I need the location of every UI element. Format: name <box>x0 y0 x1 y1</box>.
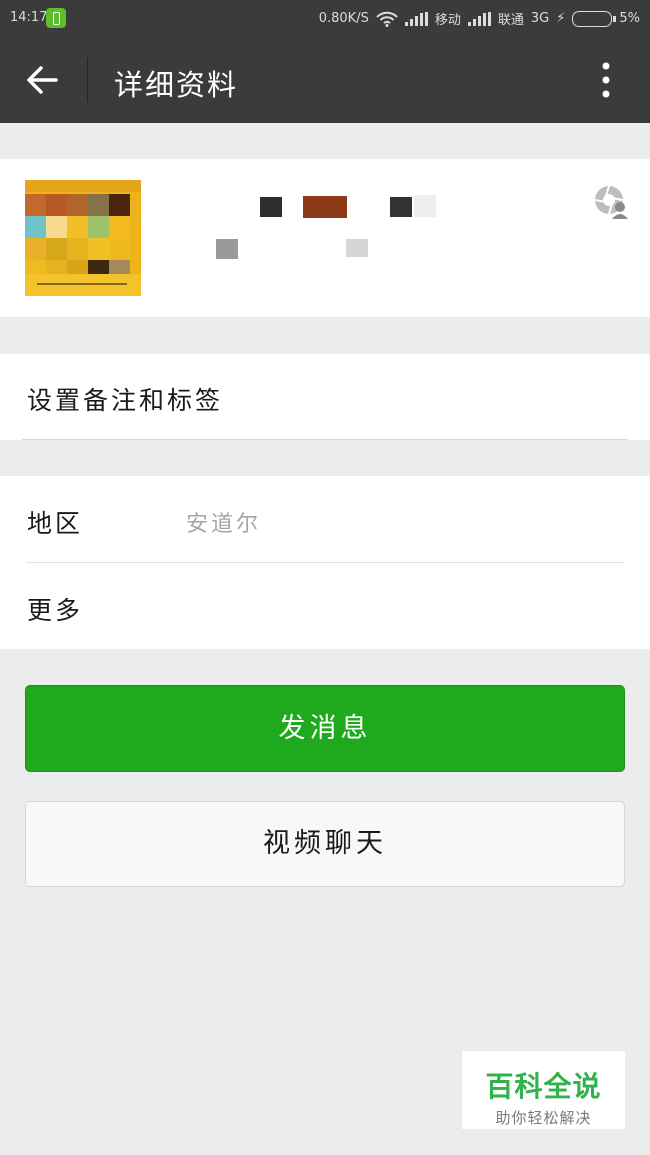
region-value: 安道尔 <box>186 512 262 537</box>
nickname-blurred-3 <box>390 197 412 217</box>
nickname-blurred <box>260 197 282 217</box>
watermark-subtitle: 助你轻松解决 <box>495 1109 592 1127</box>
net-speed: 0.80K/S <box>318 11 369 26</box>
network-type: 3G <box>530 11 550 26</box>
carrier-2: 联通 <box>497 13 524 28</box>
moments-camera-icon[interactable] <box>593 185 629 219</box>
nickname-blurred-4 <box>414 195 436 217</box>
charging-icon: ⚡ <box>556 11 566 26</box>
battery-level: 5% <box>619 11 640 26</box>
region-label: 地区 <box>27 509 84 538</box>
wifi-icon <box>376 11 398 27</box>
set-remark-tags-row[interactable]: 设置备注和标签 <box>0 354 650 440</box>
signal-strength-icon <box>404 11 428 26</box>
title-bar: 详细资料 <box>0 36 650 123</box>
nickname-blurred-2 <box>303 196 347 218</box>
region-row: 地区 安道尔 <box>0 476 650 562</box>
title-divider <box>87 58 88 102</box>
avatar[interactable] <box>25 180 141 296</box>
status-time: 14:17 <box>10 10 48 25</box>
more-vertical-icon[interactable] <box>594 60 618 100</box>
signal-strength-icon-2 <box>467 11 491 26</box>
watermark-logo: 百科全说 助你轻松解决 <box>462 1051 625 1129</box>
back-arrow-icon[interactable] <box>22 60 62 100</box>
video-chat-button[interactable]: 视频聊天 <box>25 801 625 887</box>
carrier-1: 移动 <box>434 13 461 28</box>
wechat-id-blurred-2 <box>346 239 368 257</box>
info-section: 地区 安道尔 更多 <box>0 476 650 649</box>
status-indicators: 0.80K/S 移动 联通 3G ⚡ 5% <box>319 9 640 28</box>
wechat-id-blurred <box>216 239 238 259</box>
page-title: 详细资料 <box>114 68 239 102</box>
remark-label: 设置备注和标签 <box>27 386 224 415</box>
row-divider <box>22 439 628 440</box>
battery-icon <box>572 10 617 27</box>
more-label: 更多 <box>27 596 84 625</box>
more-row[interactable]: 更多 <box>0 563 650 649</box>
profile-card <box>0 159 650 317</box>
send-message-button[interactable]: 发消息 <box>25 685 625 772</box>
notification-app-icon <box>46 8 66 28</box>
watermark-title: 百科全说 <box>485 1070 602 1103</box>
status-bar: 14:17 0.80K/S 移动 联通 3G ⚡ 5% <box>0 0 650 36</box>
